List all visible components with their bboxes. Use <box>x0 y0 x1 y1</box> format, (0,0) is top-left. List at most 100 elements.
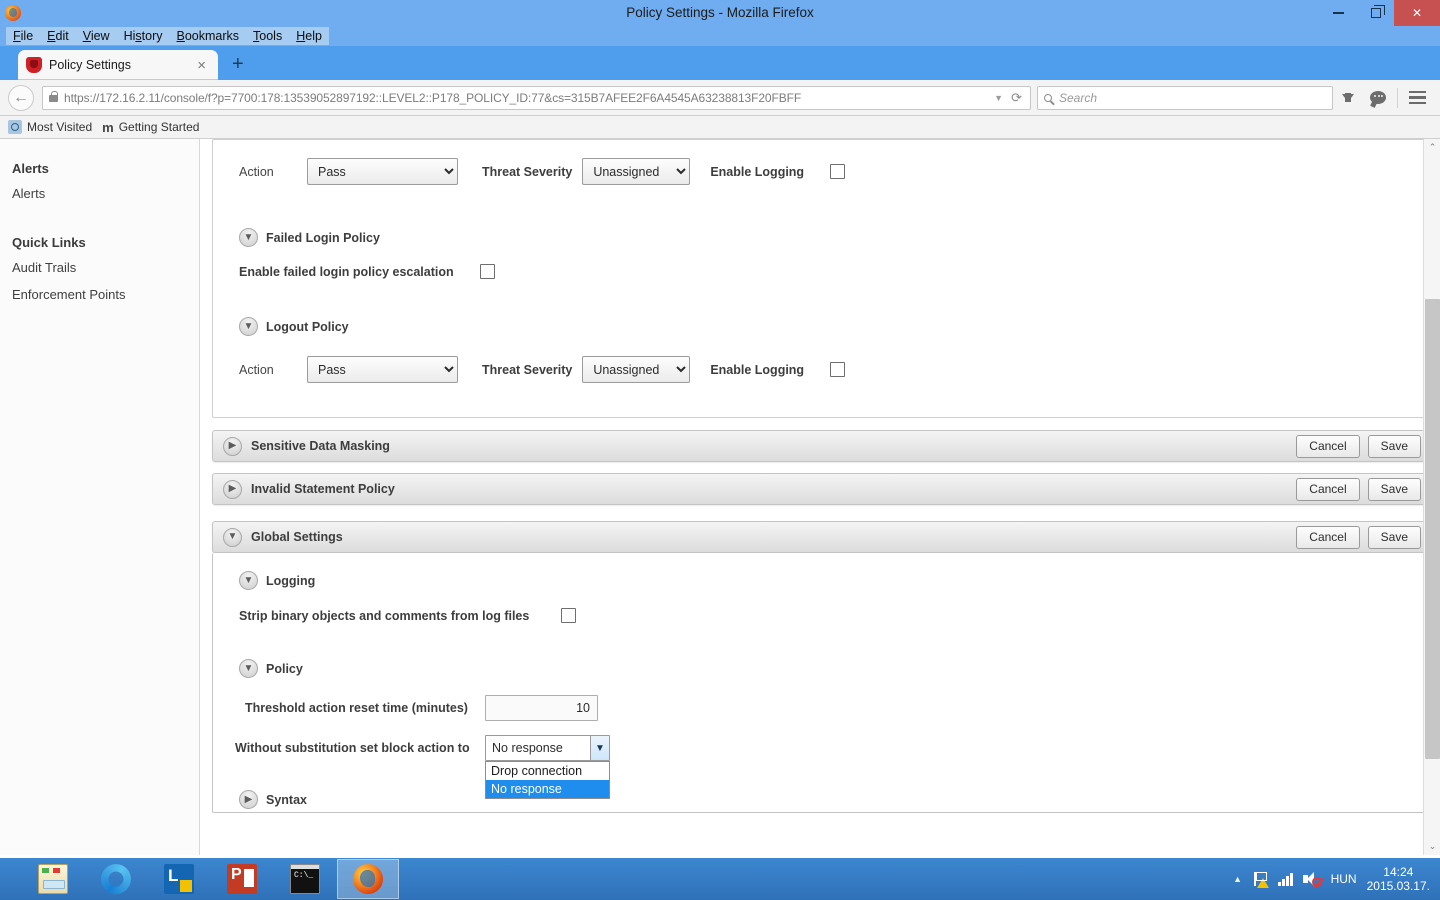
volume-muted-icon[interactable] <box>1302 871 1322 887</box>
accordion-invalid-statement-policy[interactable]: ▶ Invalid Statement Policy Cancel Save <box>212 473 1430 505</box>
chevron-right-icon[interactable]: ▶ <box>223 436 242 456</box>
block-action-row: Without substitution set block action to… <box>213 735 1429 799</box>
threshold-reset-input[interactable] <box>485 695 598 721</box>
logout-policy-title: Logout Policy <box>266 319 349 334</box>
accordion-buttons: Cancel Save <box>1296 525 1421 549</box>
failed-login-escalation-checkbox[interactable] <box>479 264 495 279</box>
logout-action-row: Action Pass Threat Severity Unassigned E… <box>213 356 1429 383</box>
threat-severity-select[interactable]: Unassigned <box>582 158 691 185</box>
bookmark-most-visited[interactable]: Most Visited <box>6 120 100 134</box>
downloads-button[interactable] <box>1333 92 1363 102</box>
sidebar: Alerts Alerts Quick Links Audit Trails E… <box>0 139 200 855</box>
block-action-option-no-response[interactable]: No response <box>486 780 609 798</box>
save-button[interactable]: Save <box>1367 434 1421 458</box>
logout-action-select[interactable]: Pass <box>307 356 458 383</box>
logout-policy-header[interactable]: ▼ Logout Policy <box>213 317 1429 336</box>
back-arrow-icon[interactable]: ← <box>8 84 34 111</box>
command-prompt-icon <box>290 864 320 894</box>
scroll-down-icon[interactable]: ⌄ <box>1424 838 1440 855</box>
save-button[interactable]: Save <box>1367 525 1421 549</box>
bookmark-getting-started[interactable]: m Getting Started <box>100 120 207 135</box>
block-action-dropdown[interactable]: No response ▼ Drop connection No respons… <box>485 735 610 799</box>
cancel-button[interactable]: Cancel <box>1296 525 1360 549</box>
window-title: Policy Settings - Mozilla Firefox <box>626 5 814 20</box>
chevron-down-icon[interactable]: ▼ <box>239 228 258 247</box>
tab-title: Policy Settings <box>49 58 131 72</box>
logout-enable-logging-checkbox[interactable] <box>830 362 846 377</box>
policy-section-header[interactable]: ▼ Policy <box>213 659 1429 678</box>
taskbar-file-explorer[interactable] <box>22 859 84 899</box>
logging-section-header[interactable]: ▼ Logging <box>213 571 1429 590</box>
sidebar-item-audit-trails[interactable]: Audit Trails <box>0 254 199 281</box>
tab-policy-settings[interactable]: Policy Settings × <box>18 50 218 80</box>
tab-close-icon[interactable]: × <box>193 58 210 73</box>
block-action-value: No response <box>492 741 563 755</box>
minimize-button[interactable] <box>1320 0 1357 26</box>
close-button[interactable]: ✕ <box>1394 0 1440 26</box>
vertical-scrollbar[interactable]: ⌃ ⌄ <box>1423 139 1440 855</box>
menu-bookmarks[interactable]: Bookmarks <box>169 27 247 45</box>
cancel-button[interactable]: Cancel <box>1296 477 1360 501</box>
show-hidden-icons-button[interactable]: ▲ <box>1233 874 1242 884</box>
taskbar-command-prompt[interactable] <box>274 859 336 899</box>
chat-bubble-icon <box>1370 91 1386 104</box>
block-action-option-drop-connection[interactable]: Drop connection <box>486 762 609 780</box>
menu-view[interactable]: View <box>75 27 117 45</box>
clock[interactable]: 14:24 2015.03.17. <box>1367 865 1430 893</box>
bookmark-label: Most Visited <box>27 120 93 134</box>
reload-icon[interactable]: ⟳ <box>1011 90 1022 106</box>
most-visited-icon <box>8 120 22 134</box>
action-select[interactable]: Pass <box>307 158 458 185</box>
failed-login-policy-header[interactable]: ▼ Failed Login Policy <box>213 228 1429 247</box>
menu-history[interactable]: History <box>116 27 170 45</box>
menu-file[interactable]: FFileile <box>6 27 41 45</box>
taskbar-internet-explorer[interactable] <box>85 859 147 899</box>
accordion-sensitive-data-masking[interactable]: ▶ Sensitive Data Masking Cancel Save <box>212 430 1430 462</box>
taskbar-powerpoint[interactable] <box>211 859 273 899</box>
chevron-down-icon[interactable]: ▼ <box>223 527 242 547</box>
sidebar-item-enforcement-points[interactable]: Enforcement Points <box>0 281 199 308</box>
threshold-reset-label: Threshold action reset time (minutes) <box>245 701 468 715</box>
bookmark-label: Getting Started <box>118 120 200 134</box>
accordion-global-settings[interactable]: ▼ Global Settings Cancel Save <box>212 521 1430 553</box>
chevron-down-icon[interactable]: ▼ <box>239 659 258 678</box>
save-button[interactable]: Save <box>1367 477 1421 501</box>
menu-edit[interactable]: Edit <box>40 27 76 45</box>
chevron-right-icon[interactable]: ▶ <box>239 790 258 809</box>
menu-button[interactable] <box>1402 90 1432 105</box>
search-bar[interactable]: Search <box>1037 85 1333 110</box>
block-action-select-display[interactable]: No response ▼ <box>485 735 610 761</box>
chevron-down-icon[interactable]: ▼ <box>994 93 1003 103</box>
chevron-down-icon[interactable]: ▼ <box>239 571 258 590</box>
strip-binary-checkbox[interactable] <box>561 608 577 623</box>
chevron-down-icon[interactable]: ▼ <box>239 317 258 336</box>
chevron-right-icon[interactable]: ▶ <box>223 479 242 499</box>
action-center-flag-icon[interactable] <box>1252 871 1270 888</box>
powerpoint-icon <box>227 864 257 894</box>
scrollbar-thumb[interactable] <box>1425 299 1440 759</box>
block-action-label: Without substitution set block action to <box>235 741 470 755</box>
taskbar-firefox[interactable] <box>337 859 399 899</box>
sidebar-item-alerts[interactable]: Alerts <box>0 180 199 207</box>
feedback-button[interactable] <box>1363 91 1393 104</box>
cancel-button[interactable]: Cancel <box>1296 434 1360 458</box>
address-bar[interactable]: https://172.16.2.11/console/f?p=7700:178… <box>42 85 1031 110</box>
accordion-buttons: Cancel Save <box>1296 434 1421 458</box>
menu-help[interactable]: Help <box>289 27 329 45</box>
menu-tools[interactable]: Tools <box>246 27 290 45</box>
restore-button[interactable] <box>1357 0 1394 26</box>
scroll-up-icon[interactable]: ⌃ <box>1424 139 1440 156</box>
taskbar-lync[interactable] <box>148 859 210 899</box>
new-tab-button[interactable]: + <box>232 53 244 76</box>
enable-logging-checkbox[interactable] <box>830 164 846 179</box>
language-indicator[interactable]: HUN <box>1331 872 1357 886</box>
block-action-option-list: Drop connection No response <box>485 761 610 799</box>
syntax-section-header[interactable]: ▶ Syntax <box>213 790 1429 809</box>
page-viewport: Alerts Alerts Quick Links Audit Trails E… <box>0 139 1440 855</box>
network-signal-icon[interactable] <box>1278 872 1293 886</box>
threshold-reset-row: Threshold action reset time (minutes) <box>213 695 1429 721</box>
policy-section-title: Policy <box>266 661 303 676</box>
logout-threat-severity-select[interactable]: Unassigned <box>582 356 691 383</box>
chevron-down-icon[interactable]: ▼ <box>590 736 609 760</box>
accordion-title: Invalid Statement Policy <box>251 482 395 496</box>
